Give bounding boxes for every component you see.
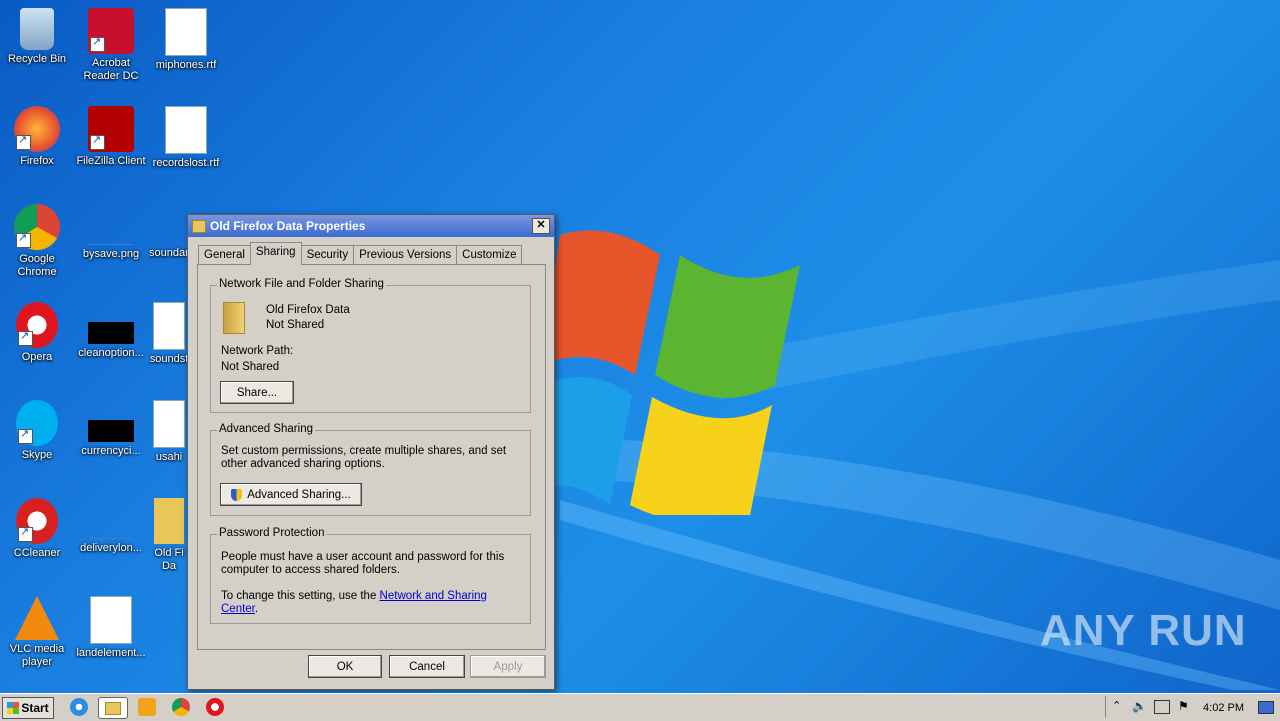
show-desktop-icon[interactable] xyxy=(1258,701,1274,714)
cancel-button[interactable]: Cancel xyxy=(389,655,465,678)
network-sharing-group: Network File and Folder Sharing Old Fire… xyxy=(210,278,531,413)
share-button[interactable]: Share... xyxy=(220,381,294,404)
system-tray: ⌃ 🔈 ⚑ 4:02 PM xyxy=(1105,696,1280,718)
dialog-titlebar[interactable]: Old Firefox Data Properties ✕ xyxy=(188,215,554,237)
word-doc-icon xyxy=(153,302,185,350)
explorer-taskbar-button[interactable] xyxy=(98,697,128,719)
tab-security[interactable]: Security xyxy=(300,245,355,265)
word-doc-icon xyxy=(165,106,207,154)
advanced-sharing-button[interactable]: Advanced Sharing... xyxy=(220,483,362,506)
desktop-icon-recordslost[interactable]: recordslost.rtf xyxy=(149,106,223,170)
password-protection-group: Password Protection People must have a u… xyxy=(210,527,531,624)
desktop-icon-old-firefox-data[interactable]: Old Fi Da xyxy=(149,498,189,573)
close-button[interactable]: ✕ xyxy=(532,218,550,234)
word-doc-icon xyxy=(90,596,132,644)
windows-logo xyxy=(540,230,800,515)
start-label: Start xyxy=(21,701,49,715)
folder-icon xyxy=(105,702,121,715)
black-thumbnail-icon xyxy=(88,322,134,344)
desktop-icon-cleanoption[interactable]: cleanoption... xyxy=(74,302,148,360)
clock[interactable]: 4:02 PM xyxy=(1203,702,1244,714)
show-hidden-icons-icon[interactable]: ⌃ xyxy=(1112,699,1121,712)
tab-general[interactable]: General xyxy=(198,245,251,265)
network-path-value: Not Shared xyxy=(221,361,280,373)
filezilla-icon xyxy=(88,106,134,152)
ccleaner-icon xyxy=(16,498,58,544)
advanced-sharing-description: Set custom permissions, create multiple … xyxy=(221,445,507,470)
change-setting-prefix: To change this setting, use the xyxy=(221,590,380,602)
tab-customize[interactable]: Customize xyxy=(456,245,523,265)
black-thumbnail-icon xyxy=(88,420,134,442)
dialog-title: Old Firefox Data Properties xyxy=(210,219,366,233)
folder-icon xyxy=(154,498,184,544)
desktop-icon-deliverylon[interactable]: deliverylon... xyxy=(74,498,148,555)
vlc-icon xyxy=(15,596,59,640)
internet-explorer-icon[interactable] xyxy=(70,698,88,716)
network-icon[interactable] xyxy=(1154,700,1170,714)
password-protection-title: Password Protection xyxy=(217,527,327,539)
folder-name: Old Firefox Data xyxy=(266,304,350,316)
desktop-icon-opera[interactable]: Opera xyxy=(0,302,74,364)
desktop-icon-currencyci[interactable]: currencyci... xyxy=(74,400,148,458)
network-sharing-title: Network File and Folder Sharing xyxy=(217,278,386,290)
desktop-icon-skype[interactable]: Skype xyxy=(0,400,74,462)
password-protection-description: People must have a user account and pass… xyxy=(221,551,505,576)
tab-previous-versions[interactable]: Previous Versions xyxy=(353,245,458,265)
sharing-panel: Network File and Folder Sharing Old Fire… xyxy=(197,264,546,650)
volume-icon[interactable]: 🔈 xyxy=(1132,699,1147,713)
folder-status: Not Shared xyxy=(266,319,325,331)
taskbar: Start ⌃ 🔈 ⚑ 4:02 PM xyxy=(0,693,1280,721)
network-path-label: Network Path: xyxy=(221,345,294,357)
desktop-icon-vlc[interactable]: VLC media player xyxy=(0,596,74,669)
word-doc-icon xyxy=(153,400,185,448)
start-button[interactable]: Start xyxy=(2,697,54,719)
action-center-flag-icon[interactable]: ⚑ xyxy=(1178,699,1189,713)
tab-sharing[interactable]: Sharing xyxy=(249,242,302,265)
skype-icon xyxy=(16,400,58,446)
apply-button[interactable]: Apply xyxy=(470,655,546,678)
change-setting-suffix: . xyxy=(254,603,259,615)
opera-taskbar-icon[interactable] xyxy=(206,698,224,716)
tab-strip: General Sharing Security Previous Versio… xyxy=(198,242,523,265)
folder-icon xyxy=(223,302,245,334)
advanced-sharing-title: Advanced Sharing xyxy=(217,423,315,435)
chrome-taskbar-icon[interactable] xyxy=(172,698,190,716)
folder-icon xyxy=(192,219,206,233)
desktop-icon-landelement[interactable]: landelement... xyxy=(74,596,148,660)
desktop-icon-ccleaner[interactable]: CCleaner xyxy=(0,498,74,560)
desktop-icon-soundst[interactable]: soundst xyxy=(149,302,189,366)
chrome-icon xyxy=(14,204,60,250)
image-file-icon xyxy=(89,204,133,245)
desktop-icon-miphones[interactable]: miphones.rtf xyxy=(149,8,223,72)
desktop-icon-soundarp[interactable]: soundarp xyxy=(149,204,189,260)
advanced-sharing-button-label: Advanced Sharing... xyxy=(247,488,351,501)
desktop-icon-usahi[interactable]: usahi xyxy=(149,400,189,464)
advanced-sharing-group: Advanced Sharing Set custom permissions,… xyxy=(210,423,531,516)
acrobat-icon xyxy=(88,8,134,54)
desktop-icon-filezilla[interactable]: FileZilla Client xyxy=(74,106,148,168)
desktop-icon-recycle-bin[interactable]: Recycle Bin xyxy=(0,8,74,66)
media-player-icon[interactable] xyxy=(138,698,156,716)
desktop-icon-acrobat[interactable]: Acrobat Reader DC xyxy=(74,8,148,83)
uac-shield-icon xyxy=(231,488,243,501)
properties-dialog: Old Firefox Data Properties ✕ General Sh… xyxy=(187,214,555,690)
word-doc-icon xyxy=(165,8,207,56)
firefox-icon xyxy=(14,106,60,152)
anyrun-watermark: ANY RUN xyxy=(1040,606,1247,655)
desktop-icon-chrome[interactable]: Google Chrome xyxy=(0,204,74,279)
image-file-icon xyxy=(89,498,133,539)
windows-flag-icon xyxy=(7,702,20,714)
desktop-icon-firefox[interactable]: Firefox xyxy=(0,106,74,168)
opera-icon xyxy=(16,302,58,348)
desktop-icon-bysave[interactable]: bysave.png xyxy=(74,204,148,261)
password-protection-change-text: To change this setting, use the Network … xyxy=(221,590,526,616)
recycle-bin-icon xyxy=(20,8,54,50)
file-icon xyxy=(149,204,189,244)
ok-button[interactable]: OK xyxy=(308,655,382,678)
